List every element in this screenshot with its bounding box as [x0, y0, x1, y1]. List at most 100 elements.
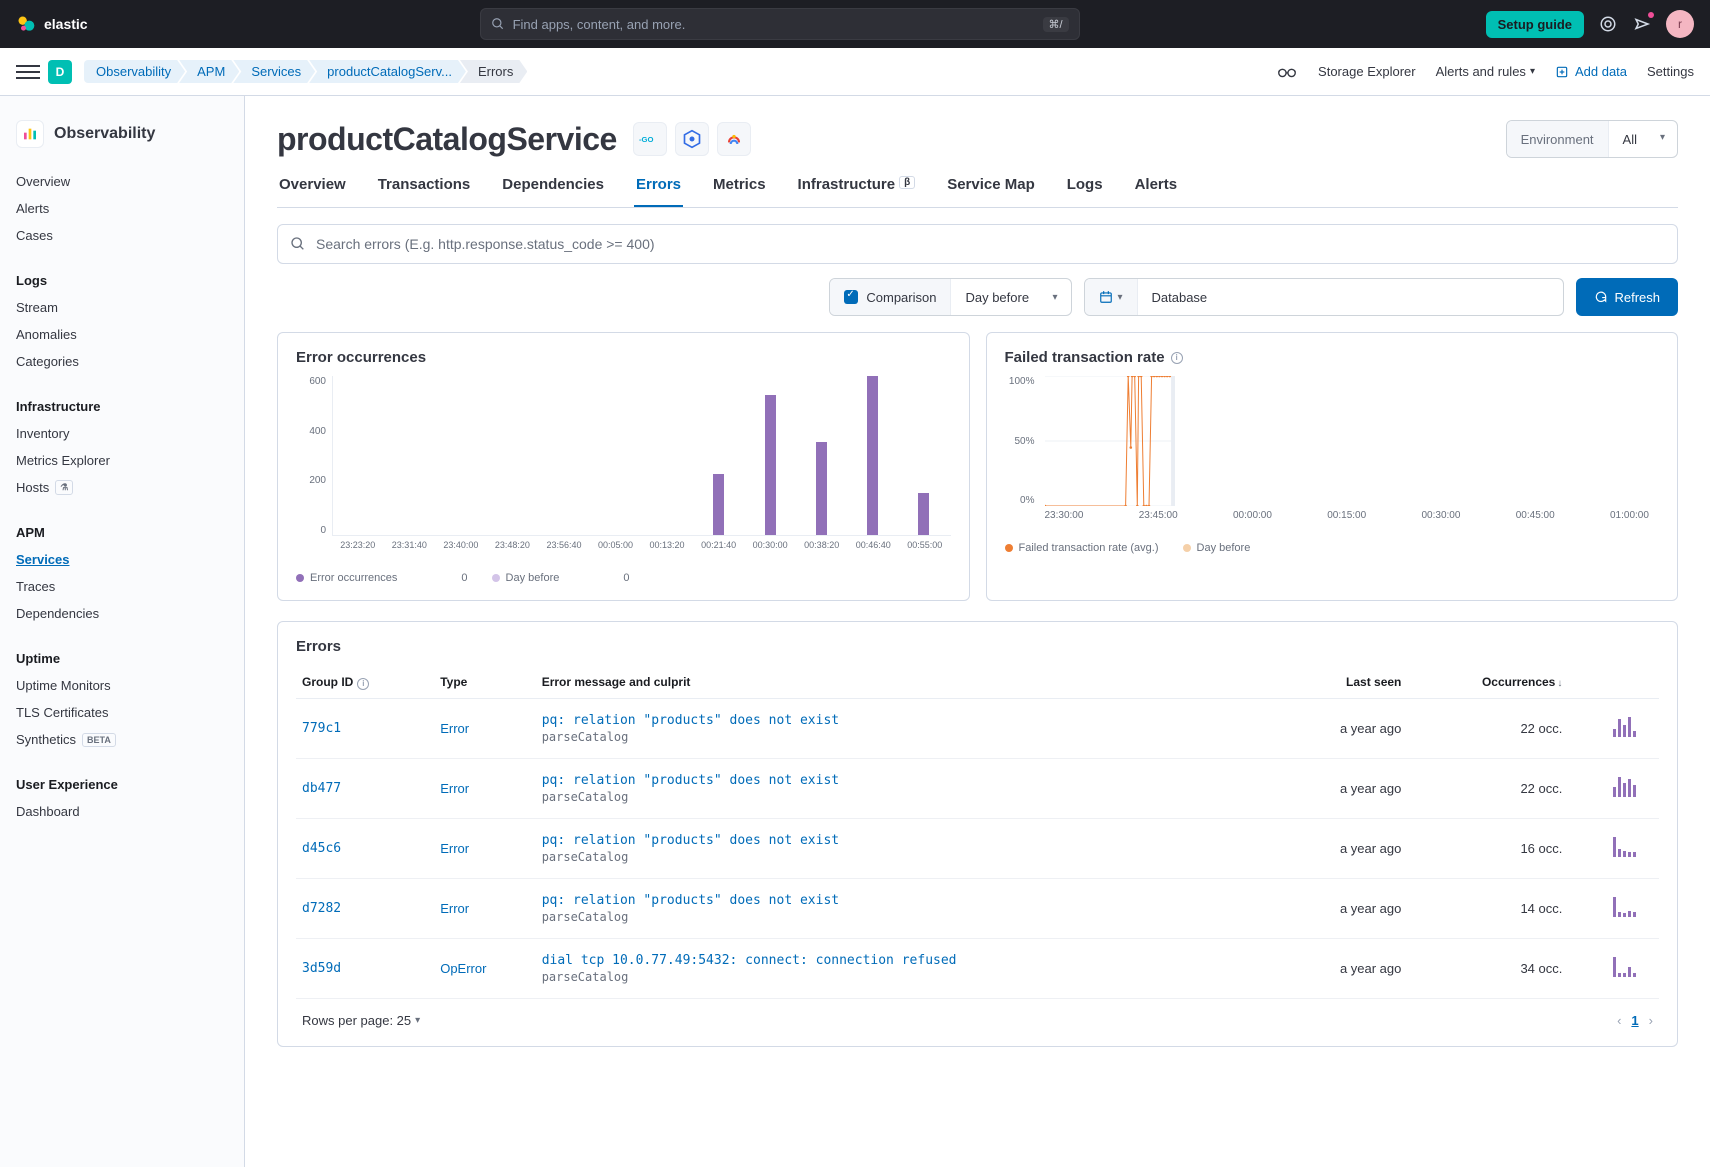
sidebar-item-anomalies[interactable]: Anomalies — [0, 321, 244, 348]
environment-select[interactable]: Environment All — [1506, 120, 1678, 158]
error-search[interactable]: Search errors (E.g. http.response.status… — [277, 224, 1678, 264]
sidebar-item-inventory[interactable]: Inventory — [0, 420, 244, 447]
comparison-checkbox[interactable] — [844, 290, 858, 304]
refresh-button[interactable]: Refresh — [1576, 278, 1678, 316]
breadcrumb-item: Errors — [460, 60, 527, 83]
comparison-control[interactable]: Comparison Day before▾ — [829, 278, 1072, 316]
occurrences-count: 22 occ. — [1407, 758, 1568, 818]
error-type-link[interactable]: Error — [440, 721, 469, 736]
table-row[interactable]: db477 Error pq: relation "products" does n… — [296, 758, 1659, 818]
user-avatar[interactable]: r — [1666, 10, 1694, 38]
error-message-link[interactable]: dial tcp 10.0.77.49:5432: connect: conne… — [542, 953, 1274, 968]
error-type-link[interactable]: OpError — [440, 961, 486, 976]
error-message-link[interactable]: pq: relation "products" does not exist — [542, 893, 1274, 908]
rows-per-page[interactable]: Rows per page: 25▾ — [302, 1013, 420, 1028]
last-seen: a year ago — [1279, 818, 1407, 878]
tab-metrics[interactable]: Metrics — [711, 176, 768, 207]
tab-transactions[interactable]: Transactions — [376, 176, 473, 207]
error-type-link[interactable]: Error — [440, 901, 469, 916]
sidebar-item-hosts[interactable]: Hosts⚗ — [0, 474, 244, 501]
sidebar-item-alerts[interactable]: Alerts — [0, 195, 244, 222]
sidebar-item-dependencies[interactable]: Dependencies — [0, 600, 244, 627]
kubernetes-icon[interactable] — [675, 122, 709, 156]
group-id-link[interactable]: d7282 — [302, 901, 341, 916]
storage-explorer-link[interactable]: Storage Explorer — [1318, 64, 1416, 79]
breadcrumb-item[interactable]: Services — [233, 60, 315, 83]
breadcrumb-item[interactable]: productCatalogServ... — [309, 60, 466, 83]
sidebar-item-uptime-monitors[interactable]: Uptime Monitors — [0, 672, 244, 699]
error-message-link[interactable]: pq: relation "products" does not exist — [542, 773, 1274, 788]
error-message-link[interactable]: pq: relation "products" does not exist — [542, 833, 1274, 848]
refresh-icon — [1594, 290, 1608, 304]
error-type-link[interactable]: Error — [440, 781, 469, 796]
table-header[interactable]: Last seen — [1279, 667, 1407, 698]
tab-logs[interactable]: Logs — [1065, 176, 1105, 207]
go-icon[interactable]: -GO — [633, 122, 667, 156]
sidebar-item-categories[interactable]: Categories — [0, 348, 244, 375]
env-label: Environment — [1507, 121, 1609, 157]
tab-errors[interactable]: Errors — [634, 176, 683, 207]
sidebar-item-tls-certificates[interactable]: TLS Certificates — [0, 699, 244, 726]
gcp-icon[interactable] — [717, 122, 751, 156]
tab-infrastructure[interactable]: Infrastructureβ — [796, 176, 918, 207]
error-message-link[interactable]: pq: relation "products" does not exist — [542, 713, 1274, 728]
table-header[interactable]: Error message and culprit — [536, 667, 1280, 698]
app-bar: D ObservabilityAPMServicesproductCatalog… — [0, 48, 1710, 96]
table-row[interactable]: 779c1 Error pq: relation "products" does n… — [296, 698, 1659, 758]
appbar-right: Storage Explorer Alerts and rules▾ Add d… — [1276, 61, 1694, 83]
tab-service-map[interactable]: Service Map — [945, 176, 1037, 207]
table-header[interactable]: Occurrences↓ — [1407, 667, 1568, 698]
search-placeholder: Find apps, content, and more. — [513, 17, 1035, 32]
add-data-icon — [1555, 65, 1569, 79]
table-row[interactable]: d45c6 Error pq: relation "products" does n… — [296, 818, 1659, 878]
next-page[interactable]: › — [1649, 1013, 1653, 1028]
calendar-icon — [1099, 290, 1113, 304]
sidebar-item-metrics-explorer[interactable]: Metrics Explorer — [0, 447, 244, 474]
sidebar-item-overview[interactable]: Overview — [0, 168, 244, 195]
group-id-link[interactable]: d45c6 — [302, 841, 341, 856]
tab-overview[interactable]: Overview — [277, 176, 348, 207]
info-icon[interactable]: i — [1171, 352, 1183, 364]
page-number[interactable]: 1 — [1631, 1013, 1638, 1028]
settings-link[interactable]: Settings — [1647, 64, 1694, 79]
tab-dependencies[interactable]: Dependencies — [500, 176, 606, 207]
inspect-icon[interactable] — [1276, 61, 1298, 83]
tab-alerts[interactable]: Alerts — [1133, 176, 1180, 207]
sidebar-item-stream[interactable]: Stream — [0, 294, 244, 321]
sidebar: Observability OverviewAlertsCasesLogsStr… — [0, 96, 245, 1167]
add-data-link[interactable]: Add data — [1555, 64, 1627, 79]
errors-table-title: Errors — [296, 638, 1659, 655]
controls-row: Comparison Day before▾ ▾ Database Refres… — [277, 278, 1678, 316]
time-filter-control[interactable]: ▾ Database — [1084, 278, 1564, 316]
table-row[interactable]: d7282 Error pq: relation "products" does n… — [296, 878, 1659, 938]
group-id-link[interactable]: 3d59d — [302, 961, 341, 976]
error-type-link[interactable]: Error — [440, 841, 469, 856]
table-header[interactable] — [1568, 667, 1659, 698]
global-search[interactable]: Find apps, content, and more. ⌘/ — [480, 8, 1080, 40]
sidebar-item-traces[interactable]: Traces — [0, 573, 244, 600]
table-header[interactable]: Group IDi — [296, 667, 434, 698]
sidebar-item-cases[interactable]: Cases — [0, 222, 244, 249]
breadcrumb: ObservabilityAPMServicesproductCatalogSe… — [80, 60, 527, 83]
alerts-rules-dropdown[interactable]: Alerts and rules▾ — [1436, 64, 1535, 79]
setup-guide-button[interactable]: Setup guide — [1486, 11, 1584, 38]
help-icon[interactable] — [1598, 14, 1618, 34]
brand-logo[interactable]: elastic — [16, 14, 88, 34]
space-badge[interactable]: D — [48, 60, 72, 84]
newsfeed-icon[interactable] — [1632, 14, 1652, 34]
nav-toggle-icon[interactable] — [16, 60, 40, 84]
breadcrumb-item[interactable]: APM — [179, 60, 239, 83]
sidebar-item-synthetics[interactable]: SyntheticsBETA — [0, 726, 244, 753]
failed-rate-chart[interactable]: 100%50%0% 23:30:0023:45:0000:00:0000:15:… — [1005, 376, 1660, 536]
breadcrumb-item[interactable]: Observability — [84, 60, 185, 83]
group-id-link[interactable]: 779c1 — [302, 721, 341, 736]
sidebar-item-services[interactable]: Services — [0, 546, 244, 573]
group-id-link[interactable]: db477 — [302, 781, 341, 796]
sidebar-item-dashboard[interactable]: Dashboard — [0, 798, 244, 825]
header-right: Setup guide r — [1486, 10, 1694, 38]
prev-page[interactable]: ‹ — [1617, 1013, 1621, 1028]
main-content: productCatalogService -GO Environment Al… — [245, 96, 1710, 1167]
table-row[interactable]: 3d59d OpError dial tcp 10.0.77.49:5432: co… — [296, 938, 1659, 998]
error-occurrences-chart[interactable]: 6004002000 23:23:2023:31:4023:40:0023:48… — [296, 376, 951, 566]
table-header[interactable]: Type — [434, 667, 535, 698]
